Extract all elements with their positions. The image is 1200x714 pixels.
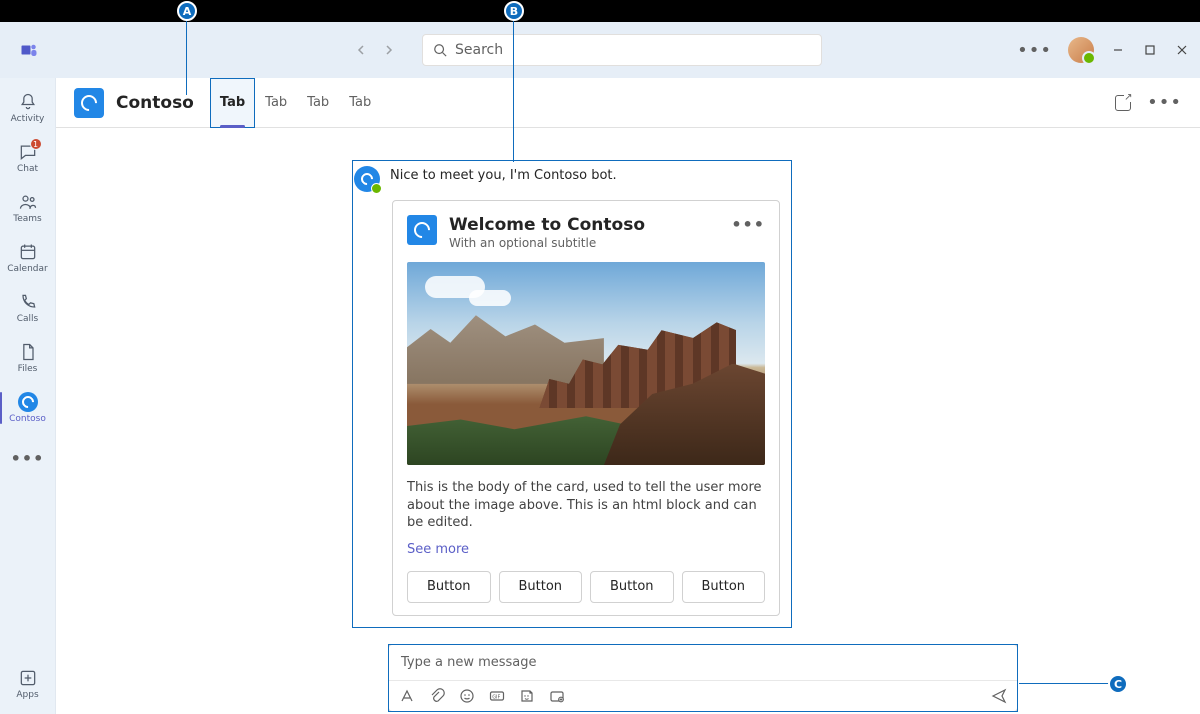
- contoso-icon: [18, 392, 38, 412]
- gif-icon[interactable]: GIF: [489, 688, 505, 704]
- app-rail: Activity 1 Chat Teams Calendar Calls Fil…: [0, 78, 56, 714]
- app-title: Contoso: [116, 93, 194, 113]
- file-icon: [18, 342, 38, 362]
- sticker-icon[interactable]: [519, 688, 535, 704]
- emoji-icon[interactable]: [459, 688, 475, 704]
- message-placeholder: Type a new message: [401, 655, 537, 670]
- app-logo-icon: [74, 88, 104, 118]
- card-image: [407, 262, 765, 465]
- rail-apps[interactable]: Apps: [0, 660, 56, 708]
- tab-2[interactable]: Tab: [297, 78, 339, 128]
- popout-icon[interactable]: [1115, 95, 1131, 111]
- apps-icon: [18, 668, 38, 688]
- user-avatar[interactable]: [1068, 37, 1094, 63]
- rail-calls[interactable]: Calls: [0, 284, 56, 332]
- rail-files[interactable]: Files: [0, 334, 56, 382]
- card-button-0[interactable]: Button: [407, 571, 491, 603]
- main-area: Contoso Tab Tab Tab Tab ••• Nice to meet…: [56, 78, 1200, 714]
- annotation-marker-c: C: [1108, 674, 1128, 694]
- people-icon: [18, 192, 38, 212]
- titlebar-more-icon[interactable]: •••: [1017, 40, 1052, 61]
- send-icon[interactable]: [991, 688, 1007, 704]
- chat-badge: 1: [30, 138, 42, 150]
- bot-intro-text: Nice to meet you, I'm Contoso bot.: [390, 164, 617, 183]
- annotation-line-c: [1019, 683, 1109, 684]
- rail-contoso[interactable]: Contoso: [0, 384, 56, 432]
- compose-toolbar: GIF: [388, 680, 1018, 712]
- nav-forward-button[interactable]: [376, 37, 402, 63]
- card-button-1[interactable]: Button: [499, 571, 583, 603]
- bot-message-block: Nice to meet you, I'm Contoso bot. Welco…: [352, 160, 792, 628]
- calendar-icon: [18, 242, 38, 262]
- titlebar: Search •••: [0, 22, 1200, 78]
- window-maximize-button[interactable]: [1142, 42, 1158, 58]
- window-minimize-button[interactable]: [1110, 42, 1126, 58]
- annotation-line-b: [513, 20, 514, 162]
- adaptive-card: Welcome to Contoso With an optional subt…: [392, 200, 780, 616]
- tab-1[interactable]: Tab: [255, 78, 297, 128]
- search-input[interactable]: Search: [422, 34, 822, 66]
- annotation-line-a: [186, 20, 187, 95]
- rail-chat[interactable]: 1 Chat: [0, 134, 56, 182]
- ellipsis-icon: •••: [11, 449, 45, 468]
- compose-box: Type a new message GIF: [388, 644, 1018, 712]
- svg-text:GIF: GIF: [492, 694, 500, 700]
- canvas: Nice to meet you, I'm Contoso bot. Welco…: [56, 128, 1200, 714]
- window-close-button[interactable]: [1174, 42, 1190, 58]
- card-title: Welcome to Contoso: [449, 215, 719, 235]
- card-logo-icon: [407, 215, 437, 245]
- bell-icon: [18, 92, 38, 112]
- extensions-icon[interactable]: [549, 688, 565, 704]
- format-icon[interactable]: [399, 688, 415, 704]
- app-more-icon[interactable]: •••: [1147, 92, 1182, 113]
- card-more-icon[interactable]: •••: [731, 215, 765, 234]
- rail-more[interactable]: •••: [0, 434, 56, 482]
- app-header: Contoso Tab Tab Tab Tab •••: [56, 78, 1200, 128]
- annotation-marker-b: B: [504, 1, 524, 21]
- attach-icon[interactable]: [429, 688, 445, 704]
- tab-0[interactable]: Tab: [210, 78, 255, 128]
- phone-icon: [18, 292, 38, 312]
- search-icon: [433, 43, 447, 57]
- card-subtitle: With an optional subtitle: [449, 236, 719, 250]
- card-button-3[interactable]: Button: [682, 571, 766, 603]
- rail-activity[interactable]: Activity: [0, 84, 56, 132]
- annotation-marker-a: A: [177, 1, 197, 21]
- tab-3[interactable]: Tab: [339, 78, 381, 128]
- search-placeholder: Search: [455, 42, 503, 58]
- see-more-link[interactable]: See more: [407, 542, 765, 557]
- nav-back-button[interactable]: [348, 37, 374, 63]
- rail-teams[interactable]: Teams: [0, 184, 56, 232]
- teams-app-icon: [10, 41, 48, 59]
- message-input[interactable]: Type a new message: [388, 644, 1018, 680]
- bot-avatar-icon: [354, 166, 380, 192]
- card-button-2[interactable]: Button: [590, 571, 674, 603]
- app-tabs: Tab Tab Tab Tab: [210, 78, 381, 128]
- card-body-text: This is the body of the card, used to te…: [407, 479, 765, 532]
- rail-calendar[interactable]: Calendar: [0, 234, 56, 282]
